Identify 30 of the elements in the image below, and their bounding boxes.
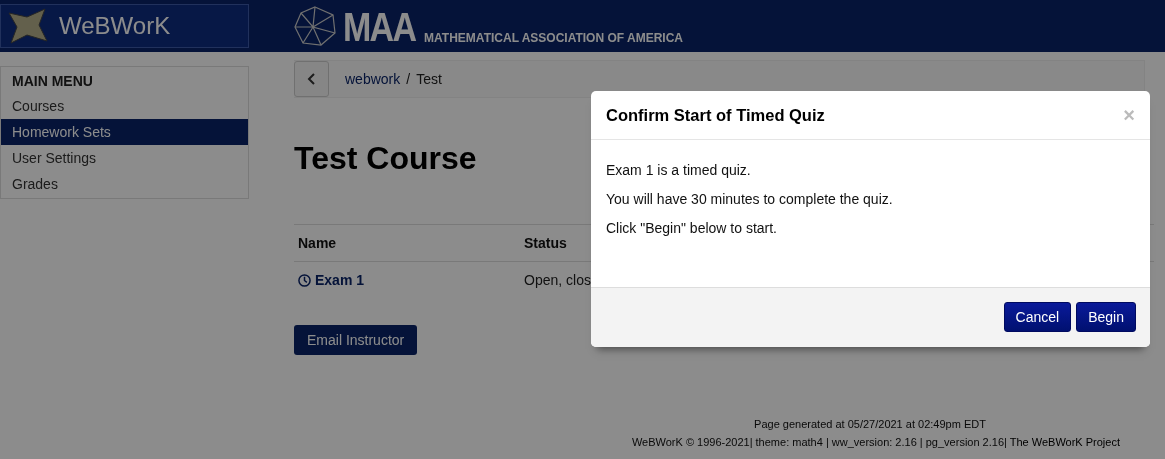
breadcrumb-current: Test (416, 71, 442, 87)
brand-logo[interactable]: WeBWorK (0, 4, 249, 48)
menu-item[interactable]: User Settings (1, 145, 248, 171)
menu-item[interactable]: Homework Sets (1, 119, 248, 145)
table-cell: Open, clos (524, 272, 591, 288)
clock-icon (298, 273, 311, 287)
breadcrumb-link[interactable]: webwork (345, 71, 401, 87)
modal-text: Exam 1 is a timed quiz. (606, 162, 752, 178)
back-button[interactable] (294, 61, 329, 97)
modal-title: Confirm Start of Timed Quiz (606, 105, 825, 125)
breadcrumb-separator: / (406, 71, 411, 87)
org-name: MATHEMATICAL ASSOCIATION OF AMERICA (424, 31, 683, 45)
modal-button[interactable]: Begin (1076, 302, 1136, 332)
chevron-left-icon (306, 73, 317, 85)
polyhedron-icon (293, 5, 337, 47)
brand-name: WeBWorK (59, 12, 171, 40)
menu-item[interactable]: Grades (1, 171, 248, 197)
modal-text: You will have 30 minutes to complete the quiz. (606, 191, 894, 207)
web-star-icon (5, 7, 49, 45)
modal-button[interactable]: Cancel (1003, 302, 1072, 332)
email-instructor-button[interactable]: Email Instructor (294, 325, 418, 355)
menu-heading: MAIN MENU (11, 72, 94, 91)
footer-link[interactable]: The WeBWorK Project (1009, 436, 1120, 448)
set-link[interactable]: Exam 1 (298, 272, 516, 288)
menu-item[interactable]: Courses (1, 93, 248, 119)
column-header: Name (294, 224, 520, 262)
footer-text: Page generated at 05/27/2021 at 02:49pm EDT (753, 418, 987, 430)
page-title: Test Course (294, 140, 477, 177)
footer-text: WeBWorK © 1996-2021| theme: math4 | ww_version: 2.16 | pg_version 2.16| (631, 436, 1007, 448)
org-logo-text: MAA (343, 7, 416, 47)
